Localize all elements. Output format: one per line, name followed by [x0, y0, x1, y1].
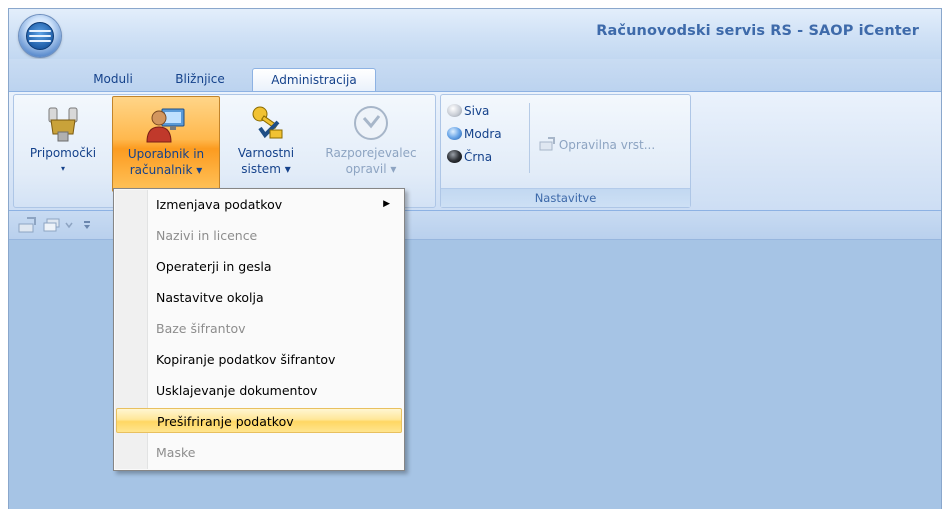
theme-modra[interactable]: Modra	[447, 124, 502, 144]
app-logo-icon	[26, 22, 54, 50]
theme-siva-label: Siva	[464, 104, 490, 118]
sistem-label: sistem ▾	[241, 162, 291, 176]
submenu-arrow-icon: ▶	[383, 199, 390, 209]
racunalnik-label: računalnik ▾	[129, 163, 203, 177]
menu-item-izmenjava-podatkov[interactable]: Izmenjava podatkov ▶	[116, 192, 402, 217]
menu-item-label: Baze šifrantov	[156, 321, 246, 336]
razporejevalec-label: Razporejevalec	[325, 146, 417, 160]
menu-item-maske[interactable]: Maske	[116, 440, 402, 465]
opravilna-vrsta-label: Opravilna vrst...	[558, 138, 656, 152]
theme-crna-label: Črna	[464, 150, 493, 164]
menu-item-nastavitve-okolja[interactable]: Nastavitve okolja	[116, 285, 402, 310]
title-bar: Računovodski servis RS - SAOP iCenter	[9, 9, 941, 59]
task-type-icon	[539, 137, 555, 151]
menu-item-label: Kopiranje podatkov šifrantov	[156, 352, 336, 367]
home-icon[interactable]	[17, 217, 37, 233]
blue-orb-icon	[447, 127, 462, 140]
menu-item-label: Usklajevanje dokumentov	[156, 383, 318, 398]
opravilna-vrsta-button[interactable]: Opravilna vrst...	[539, 135, 655, 155]
uporabnik-racunalnik-dropdown: Izmenjava podatkov ▶ Nazivi in licence O…	[113, 188, 405, 471]
ribbon-group-nastavitve: Siva Modra Črna Opravilna vrst... Nastav…	[440, 94, 691, 208]
varnostni-sistem-button[interactable]: Varnostni sistem ▾	[223, 96, 309, 192]
menu-item-label: Nazivi in licence	[156, 228, 258, 243]
opravil-label: opravil ▾	[345, 162, 397, 176]
tab-bliznjice[interactable]: Bližnjice	[165, 68, 235, 91]
uporabnik-racunalnik-button[interactable]: Uporabnik in računalnik ▾	[112, 96, 220, 192]
customize-qat-icon[interactable]	[83, 219, 91, 231]
chevron-down-icon[interactable]	[65, 221, 73, 229]
chevron-down-icon: ▾	[60, 164, 65, 173]
uporabnik-label: Uporabnik in	[127, 147, 205, 161]
pripomocki-label: Pripomočki	[29, 146, 97, 160]
window-title: Računovodski servis RS - SAOP iCenter	[596, 23, 919, 39]
black-orb-icon	[447, 150, 462, 163]
windows-icon[interactable]	[43, 217, 63, 233]
app-menu-button[interactable]	[19, 15, 61, 57]
group-separator	[529, 103, 530, 173]
menu-item-label: Prešifriranje podatkov	[157, 414, 294, 429]
theme-siva[interactable]: Siva	[447, 101, 489, 121]
varnostni-label: Varnostni	[237, 146, 295, 160]
tab-moduli[interactable]: Moduli	[85, 68, 141, 91]
clock-icon	[354, 106, 388, 140]
user-computer-icon	[146, 108, 185, 143]
menu-item-operaterji-in-gesla[interactable]: Operaterji in gesla	[116, 254, 402, 279]
menu-item-label: Nastavitve okolja	[156, 290, 264, 305]
menu-item-label: Izmenjava podatkov	[156, 197, 283, 212]
tab-administracija[interactable]: Administracija	[252, 68, 376, 92]
ribbon-tabs: Moduli Bližnjice Administracija	[9, 59, 941, 92]
theme-crna[interactable]: Črna	[447, 147, 492, 167]
app-window: Računovodski servis RS - SAOP iCenter Mo…	[8, 8, 942, 509]
nastavitve-group-label: Nastavitve	[441, 188, 690, 207]
menu-item-nazivi-in-licence[interactable]: Nazivi in licence	[116, 223, 402, 248]
plug-icon	[48, 107, 78, 142]
silver-orb-icon	[447, 104, 462, 117]
keys-icon	[252, 106, 283, 139]
menu-item-baze-sifrantov[interactable]: Baze šifrantov	[116, 316, 402, 341]
menu-item-usklajevanje-dokumentov[interactable]: Usklajevanje dokumentov	[116, 378, 402, 403]
razporejevalec-opravil-button[interactable]: Razporejevalec opravil ▾	[310, 96, 432, 192]
menu-item-label: Operaterji in gesla	[156, 259, 272, 274]
menu-item-label: Maske	[156, 445, 196, 460]
menu-item-presifriranje-podatkov[interactable]: Prešifriranje podatkov	[116, 408, 402, 433]
menu-item-kopiranje-podatkov-sifrantov[interactable]: Kopiranje podatkov šifrantov	[116, 347, 402, 372]
theme-modra-label: Modra	[464, 127, 502, 141]
pripomocki-button[interactable]: Pripomočki ▾	[17, 96, 109, 192]
